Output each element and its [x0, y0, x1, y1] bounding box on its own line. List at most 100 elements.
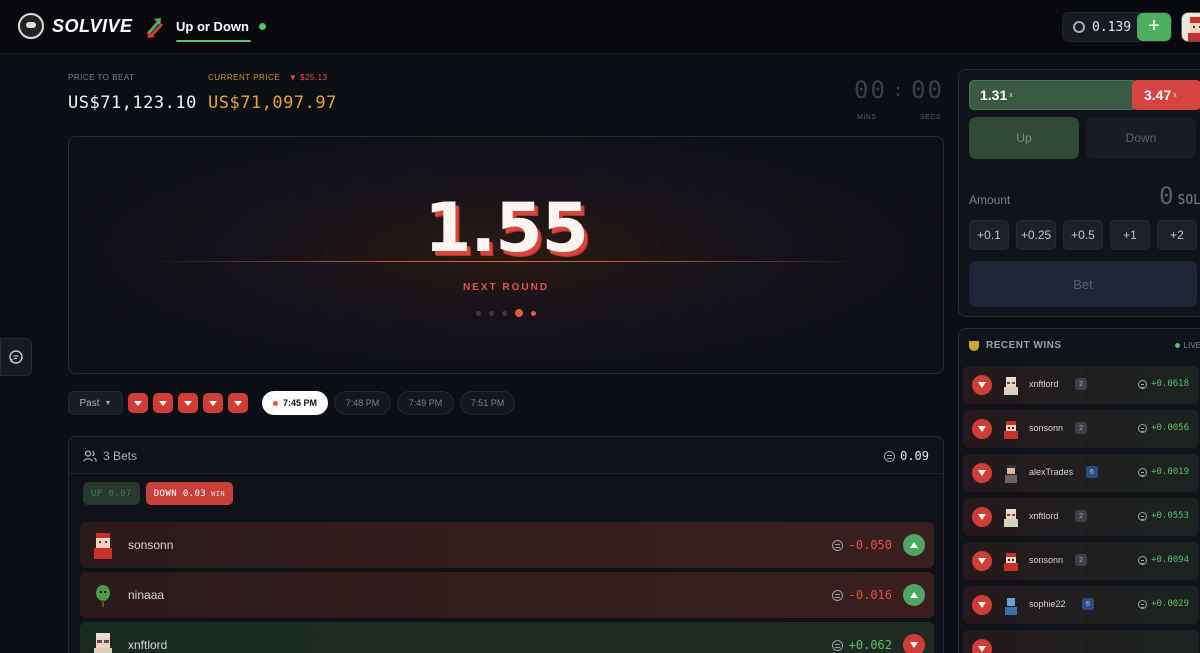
level-badge: 6	[1086, 466, 1098, 478]
recent-wins-panel: RECENT WINS LIVE xnftlord 2 +0.0618 sons…	[958, 328, 1200, 653]
win-amount: +0.0029	[1138, 599, 1189, 609]
quick-amount-button[interactable]: +2	[1157, 220, 1197, 250]
price-change-value: $25.13	[300, 73, 328, 82]
win-amount-value: +0.0029	[1151, 599, 1189, 609]
amount-input[interactable]: Amount 0 SOL	[969, 182, 1200, 210]
wallet-balance[interactable]: 0.139 +	[1062, 12, 1172, 42]
sol-coin-icon	[1138, 467, 1148, 477]
up-multiplier-value: 1.31	[980, 87, 1008, 103]
round-time-tab[interactable]: 7:45 PM	[262, 391, 328, 415]
user-avatar[interactable]	[1181, 12, 1200, 42]
bet-username: ninaaa	[128, 588, 165, 602]
users-icon	[83, 450, 97, 462]
bet-direction-down-icon	[903, 634, 925, 653]
win-amount: +0.0553	[1138, 511, 1189, 521]
bet-direction-up-icon	[903, 584, 925, 606]
round-time-tab[interactable]: 7:51 PM	[460, 391, 515, 415]
rounds-strip: Past ▼ 7:45 PM 7:48 PM 7:49 PM 7:51 PM	[68, 391, 515, 415]
quick-amount-button[interactable]: +1	[1110, 220, 1150, 250]
current-price-label: CURRENT PRICE	[208, 73, 281, 82]
bet-direction-up-icon	[903, 534, 925, 556]
bet-row[interactable]: sonsonn -0.050	[80, 522, 934, 568]
up-multiplier: 1.31 x	[969, 80, 1134, 110]
multiplier-suffix: x	[1173, 91, 1177, 99]
pixel-avatar-icon	[94, 633, 112, 653]
quick-amount-button[interactable]: +0.5	[1063, 220, 1103, 250]
win-amount-value: +0.0056	[1151, 423, 1189, 433]
recent-win-row[interactable]: xnftlord 2 +0.0618	[963, 366, 1199, 404]
win-amount-value: +0.0618	[1151, 379, 1189, 389]
dot	[476, 310, 481, 316]
sol-coin-icon	[1138, 555, 1148, 565]
round-time-tab[interactable]: 7:48 PM	[334, 391, 391, 415]
timer-secs: 00	[911, 76, 944, 104]
recent-win-row[interactable]: sonsonn 2 +0.0094	[963, 542, 1199, 580]
level-badge: 6	[1082, 598, 1094, 610]
win-amount-value: +0.0019	[1151, 467, 1189, 477]
level-badge: 2	[1075, 510, 1087, 522]
sol-coin-icon	[831, 539, 843, 551]
win-amount: +0.0019	[1138, 467, 1189, 477]
recent-win-row[interactable]	[963, 630, 1199, 653]
bet-amount-value: -0.016	[848, 588, 892, 602]
current-price-value: US$71,097.97	[208, 93, 337, 113]
chevron-down-icon: ▼	[104, 399, 112, 407]
past-result-down[interactable]	[153, 393, 173, 413]
bet-amount: -0.050	[831, 538, 892, 552]
sol-coin-icon	[831, 639, 843, 651]
level-badge: 2	[1075, 422, 1087, 434]
level-badge: 2	[1075, 554, 1087, 566]
bets-header: 3 Bets 0.09	[69, 437, 943, 474]
place-bet-button[interactable]: Bet	[969, 261, 1197, 307]
down-total-value: DOWN 0.03	[153, 488, 207, 499]
countdown-timer: 00 : 00 MINS SECS	[854, 76, 944, 121]
live-indicator: LIVE	[1175, 341, 1200, 350]
pixel-avatar-icon	[1005, 598, 1017, 615]
sol-coin-icon	[1138, 379, 1148, 389]
quick-amounts: +0.1 +0.25 +0.5 +1 +2	[969, 220, 1197, 250]
deposit-button[interactable]: +	[1137, 13, 1171, 41]
bet-row[interactable]: ninaaa -0.016	[80, 572, 934, 618]
logo[interactable]: SOLVIVE	[18, 13, 133, 39]
past-results	[128, 393, 248, 413]
winner-username: xnftlord	[1029, 379, 1059, 389]
down-result-icon	[972, 639, 992, 653]
sol-coin-icon	[831, 589, 843, 601]
past-result-down[interactable]	[203, 393, 223, 413]
bets-total-value: 0.09	[900, 449, 929, 463]
multiplier-suffix: x	[1009, 91, 1013, 99]
win-amount: +0.0618	[1138, 379, 1189, 389]
choose-up-button[interactable]: Up	[969, 117, 1079, 159]
quick-amount-button[interactable]: +0.1	[969, 220, 1009, 250]
winner-username: alexTrades	[1029, 467, 1074, 477]
chat-toggle-button[interactable]	[0, 338, 32, 376]
down-result-icon	[972, 507, 992, 527]
past-result-down[interactable]	[128, 393, 148, 413]
round-time-tab[interactable]: 7:49 PM	[397, 391, 454, 415]
choose-down-button[interactable]: Down	[1086, 117, 1196, 159]
recent-win-row[interactable]: sonsonn 2 +0.0056	[963, 410, 1199, 448]
bet-row[interactable]: xnftlord +0.062	[80, 622, 934, 653]
dot	[531, 310, 536, 316]
past-result-down[interactable]	[178, 393, 198, 413]
sol-coin-icon	[1138, 511, 1148, 521]
amount-value: 0 SOL	[1159, 182, 1200, 210]
trophy-icon	[969, 340, 979, 351]
past-result-down[interactable]	[228, 393, 248, 413]
quick-amount-button[interactable]: +0.25	[1016, 220, 1056, 250]
wallet-balance-value: 0.139	[1092, 19, 1132, 35]
recent-win-row[interactable]: xnftlord 2 +0.0553	[963, 498, 1199, 536]
win-amount: +0.0056	[1138, 423, 1189, 433]
down-result-icon	[972, 463, 992, 483]
price-to-beat-value: US$71,123.10	[68, 93, 197, 113]
win-amount-value: +0.0553	[1151, 511, 1189, 521]
winner-username: sophie22	[1029, 599, 1066, 609]
logo-text: SOLVIVE	[52, 15, 133, 36]
past-rounds-dropdown[interactable]: Past ▼	[68, 391, 123, 415]
amount-unit: SOL	[1177, 193, 1200, 208]
round-multiplier: 1.55	[424, 189, 589, 268]
recent-win-row[interactable]: alexTrades 6 +0.0019	[963, 454, 1199, 492]
game-nav[interactable]: Up or Down	[144, 14, 266, 42]
recent-win-row[interactable]: sophie22 6 +0.0029	[963, 586, 1199, 624]
bet-amount: -0.016	[831, 588, 892, 602]
